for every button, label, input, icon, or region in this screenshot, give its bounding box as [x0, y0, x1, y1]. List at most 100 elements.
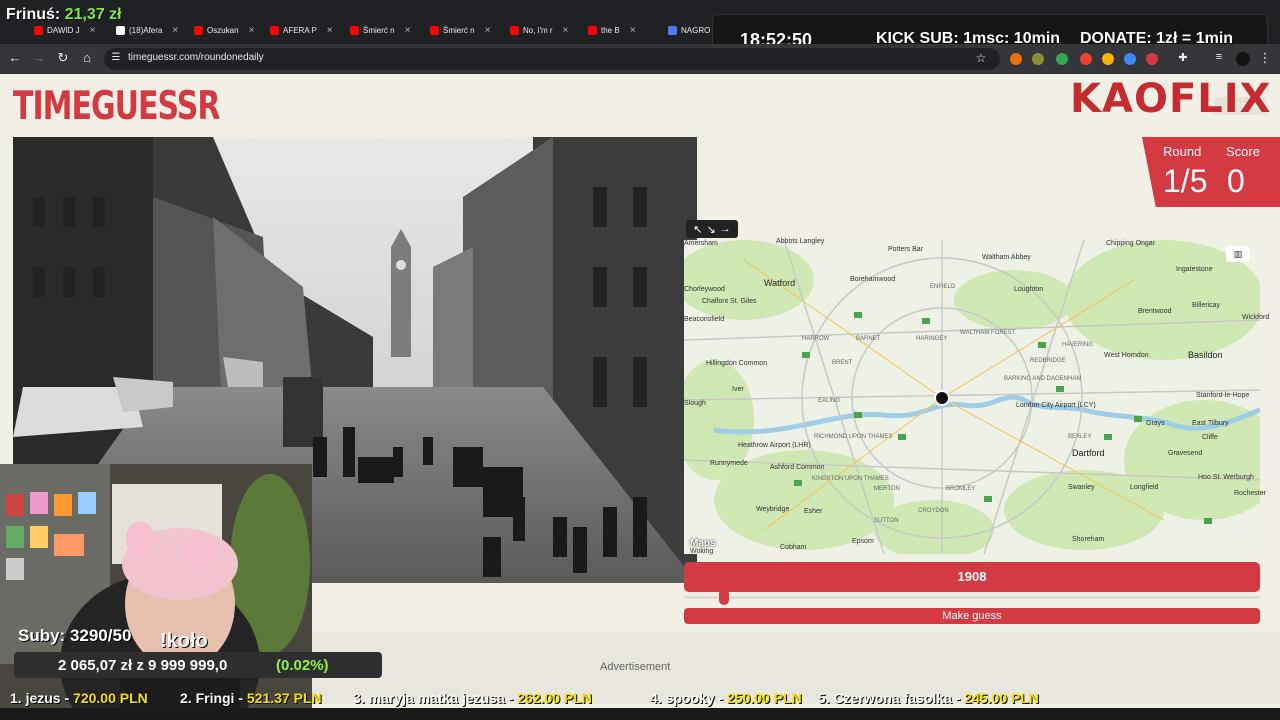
tab-favicon-icon: [588, 25, 597, 35]
make-guess-button[interactable]: Make guess: [684, 608, 1260, 624]
webcam-drawing: [0, 464, 312, 720]
kaoflix-overlay-logo: KAOFLIX: [1070, 76, 1272, 122]
tab-close-icon[interactable]: ×: [405, 25, 411, 36]
round-label: Round: [1163, 144, 1202, 159]
map-label: Heathrow Airport (LHR): [738, 442, 811, 449]
expand-icon[interactable]: ↖: [693, 223, 702, 236]
map-label: ENFIELD: [930, 284, 956, 290]
map-label: BEXLEY: [1068, 434, 1092, 440]
timeguessr-logo[interactable]: TIMEGUESSR: [13, 84, 220, 130]
tab-favicon-icon: [270, 25, 279, 35]
donor-name: 2. Fringi -: [180, 690, 247, 706]
bookmark-star-icon[interactable]: ☆: [972, 51, 990, 65]
tab-favicon-icon: [510, 25, 519, 35]
map-label: BROMLEY: [946, 486, 976, 492]
wheel-command: !koło: [160, 630, 208, 652]
donation-goal-text: 2 065,07 zł z 9 999 999,0: [58, 657, 228, 674]
shrink-icon[interactable]: ↘: [707, 223, 716, 236]
year-slider-thumb[interactable]: [719, 589, 730, 605]
tab-favicon-icon: [34, 25, 43, 35]
map-label: Ingatestone: [1176, 266, 1213, 273]
browser-tab[interactable]: Śmierć n ×: [430, 22, 490, 38]
extension-icon[interactable]: [1010, 53, 1022, 65]
photo-tools[interactable]: ↖ ↘ →: [686, 220, 738, 238]
year-display: 1908: [684, 562, 1260, 592]
site-info-icon[interactable]: ☰: [107, 52, 125, 63]
tab-close-icon[interactable]: ×: [90, 25, 96, 36]
map-label: Chalfont St. Giles: [702, 298, 757, 305]
menu-kebab-icon[interactable]: ⋮: [1256, 50, 1274, 66]
tab-close-icon[interactable]: ×: [249, 25, 255, 36]
map-label: Loughton: [1014, 286, 1044, 293]
reload-icon[interactable]: ↻: [54, 50, 72, 66]
map-label: Beaconsfield: [684, 316, 725, 323]
map-label: Hoo St. Werburgh: [1198, 474, 1254, 481]
map-style-toggle-icon[interactable]: ▥: [1226, 246, 1250, 262]
tab-label: the B: [601, 25, 620, 35]
browser-tab[interactable]: (18)Afera ×: [116, 22, 178, 38]
map-label: Dartford: [1072, 448, 1105, 458]
tab-label: DAWID J: [47, 25, 80, 35]
map-label: KINGSTON UPON THAMES: [812, 476, 889, 482]
extension-icon[interactable]: [1032, 53, 1044, 65]
extension-icon[interactable]: [1124, 53, 1136, 65]
map-label: Basildon: [1188, 350, 1223, 360]
browser-tab[interactable]: Oszukan ×: [194, 22, 254, 38]
extensions-puzzle-icon[interactable]: ✚: [1174, 51, 1192, 64]
map-label: Weybridge: [756, 506, 790, 513]
map-label: Slough: [684, 400, 706, 407]
map-label: HARINGEY: [916, 336, 948, 342]
donor-amount: 245.00 PLN: [964, 690, 1039, 706]
tab-close-icon[interactable]: ×: [630, 25, 636, 36]
year-slider-track[interactable]: [684, 596, 1260, 599]
map-label: Cobham: [780, 544, 807, 551]
map-label: Longfield: [1130, 484, 1159, 491]
map-label: Shoreham: [1072, 536, 1105, 543]
browser-tab[interactable]: AFERA P ×: [270, 22, 333, 38]
tab-close-icon[interactable]: ×: [485, 25, 491, 36]
browser-tab[interactable]: DAWID J ×: [34, 22, 95, 38]
map-label: HARROW: [802, 336, 830, 342]
map-label: BRENT: [832, 360, 853, 366]
tab-close-icon[interactable]: ×: [172, 25, 178, 36]
tab-close-icon[interactable]: ×: [563, 25, 569, 36]
map-label: Epsom: [852, 538, 874, 545]
map-label: Grays: [1146, 420, 1165, 427]
map-label: East Tilbury: [1192, 420, 1229, 427]
money-label: Frinuś:: [6, 6, 61, 23]
map-label: SUTTON: [874, 518, 899, 524]
map-label: Runnymede: [710, 460, 748, 467]
home-icon[interactable]: ⌂: [78, 50, 96, 65]
address-text[interactable]: timeguessr.com/roundonedaily: [128, 52, 264, 63]
map-label: Abbots Langley: [776, 238, 825, 245]
donor-entry: 2. Fringi - 521.37 PLN: [180, 690, 322, 706]
reading-list-icon[interactable]: ≡: [1210, 51, 1228, 63]
browser-tab[interactable]: No, i'm r ×: [510, 22, 568, 38]
forward-icon[interactable]: →: [30, 50, 48, 65]
back-icon[interactable]: ←: [6, 50, 24, 65]
guess-pin-icon[interactable]: [934, 390, 950, 406]
map-label: RICHMOND UPON THAMES: [814, 434, 893, 440]
extension-icon[interactable]: [1102, 53, 1114, 65]
money-value: 21,37 zł: [64, 6, 122, 23]
extension-icon[interactable]: [1146, 53, 1158, 65]
score-label: Score: [1226, 144, 1260, 159]
map-label: Amersham: [684, 240, 718, 247]
tab-close-icon[interactable]: ×: [327, 25, 333, 36]
donor-amount: 250.00 PLN: [727, 690, 802, 706]
score-value: 0: [1227, 163, 1245, 199]
extension-icon[interactable]: [1080, 53, 1092, 65]
tab-label: Śmierć n: [363, 25, 395, 35]
map-label: Gravesend: [1168, 450, 1203, 457]
browser-tab[interactable]: the B ×: [588, 22, 636, 38]
profile-avatar[interactable]: [1236, 52, 1250, 66]
map-label: Cliffe: [1202, 434, 1218, 441]
map-label: Iver: [732, 386, 744, 393]
extension-icon[interactable]: [1056, 53, 1068, 65]
pin-icon[interactable]: →: [720, 223, 731, 235]
map-label: MERTON: [874, 486, 900, 492]
browser-tab[interactable]: Śmierć n ×: [350, 22, 410, 38]
donor-entry: 1. jezus - 720.00 PLN: [10, 690, 148, 706]
map-label: Brentwood: [1138, 308, 1172, 315]
map-label: BARKING AND DAGENHAM: [1004, 376, 1082, 382]
